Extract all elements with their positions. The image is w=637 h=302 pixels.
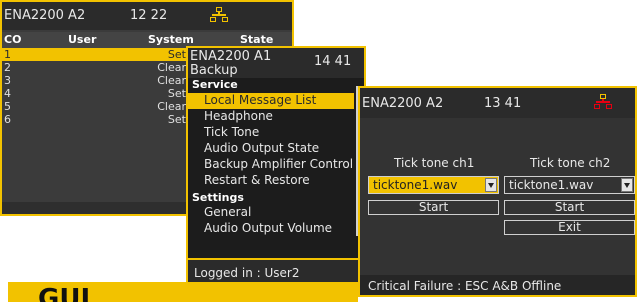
cell-co: 6: [4, 113, 11, 126]
chevron-down-icon[interactable]: [621, 178, 633, 192]
title-bar: ENA2200 A2 13 41: [360, 88, 635, 118]
cell-system: Clear: [157, 61, 186, 74]
status-bar: Logged in : User2: [188, 258, 364, 284]
menu-item-general[interactable]: General: [188, 205, 354, 221]
ch1-file-value: ticktone1.wav: [373, 178, 458, 192]
tick-tone-ch1-label: Tick tone ch1: [394, 156, 475, 170]
partial-heading: GUI: [8, 282, 358, 302]
menu-item-audio-output-state[interactable]: Audio Output State: [188, 141, 354, 157]
col-user: User: [68, 33, 97, 46]
cell-system: Set: [167, 113, 186, 126]
cell-system: Clear: [157, 100, 186, 113]
heading-text: GUI: [38, 284, 91, 302]
cell-system: Set: [167, 87, 186, 100]
ena2200-a1-menu-window: ENA2200 A1 Backup 14 41 2 Service Local …: [186, 46, 366, 286]
cell-co: 1: [4, 48, 11, 61]
network-icon: [210, 7, 228, 23]
window-subtitle: Backup: [190, 63, 238, 78]
title-bar: ENA2200 A2 12 22: [2, 2, 292, 30]
start-ch1-button[interactable]: Start: [368, 200, 499, 215]
cell-system: Clear: [157, 74, 186, 87]
ena2200-a2-ticktone-window: ENA2200 A2 13 41 Tick tone ch1 Tick tone…: [358, 86, 637, 297]
exit-button[interactable]: Exit: [504, 220, 635, 235]
window-title: ENA2200 A1: [190, 49, 272, 64]
title-bar: ENA2200 A1 Backup 14 41 2: [188, 48, 364, 78]
menu-item-backup-amplifier-control[interactable]: Backup Amplifier Control: [188, 157, 354, 173]
window-title: ENA2200 A2: [362, 96, 444, 111]
start-ch2-button[interactable]: Start: [504, 200, 635, 215]
status-bar: Critical Failure : ESC A&B Offline: [360, 275, 635, 295]
clock: 13 41: [484, 96, 522, 111]
tick-tone-ch2-label: Tick tone ch2: [530, 156, 611, 170]
cell-co: 2: [4, 61, 11, 74]
cell-co: 3: [4, 74, 11, 87]
col-state: State: [240, 33, 274, 46]
ch2-file-value: ticktone1.wav: [509, 178, 594, 192]
network-alert-icon: [594, 94, 612, 110]
menu-item-tick-tone[interactable]: Tick Tone: [188, 125, 354, 141]
menu-item-local-message-list[interactable]: Local Message List: [188, 93, 354, 109]
ch2-file-select[interactable]: ticktone1.wav: [504, 176, 635, 194]
menu-item-headphone[interactable]: Headphone: [188, 109, 354, 125]
clock: 14 41: [314, 54, 352, 69]
chevron-down-icon[interactable]: [485, 178, 497, 192]
section-service: Service: [192, 78, 238, 91]
section-settings: Settings: [192, 191, 244, 204]
ch1-file-select[interactable]: ticktone1.wav: [368, 176, 499, 194]
col-system: System: [148, 33, 194, 46]
cell-co: 4: [4, 87, 11, 100]
cell-system: Set: [167, 48, 186, 61]
col-co: CO: [4, 33, 22, 46]
menu-item-restart-restore[interactable]: Restart & Restore: [188, 173, 354, 189]
window-title: ENA2200 A2: [4, 8, 86, 23]
clock: 12 22: [130, 8, 168, 23]
cell-co: 5: [4, 100, 11, 113]
menu-item-audio-output-volume[interactable]: Audio Output Volume: [188, 221, 354, 237]
